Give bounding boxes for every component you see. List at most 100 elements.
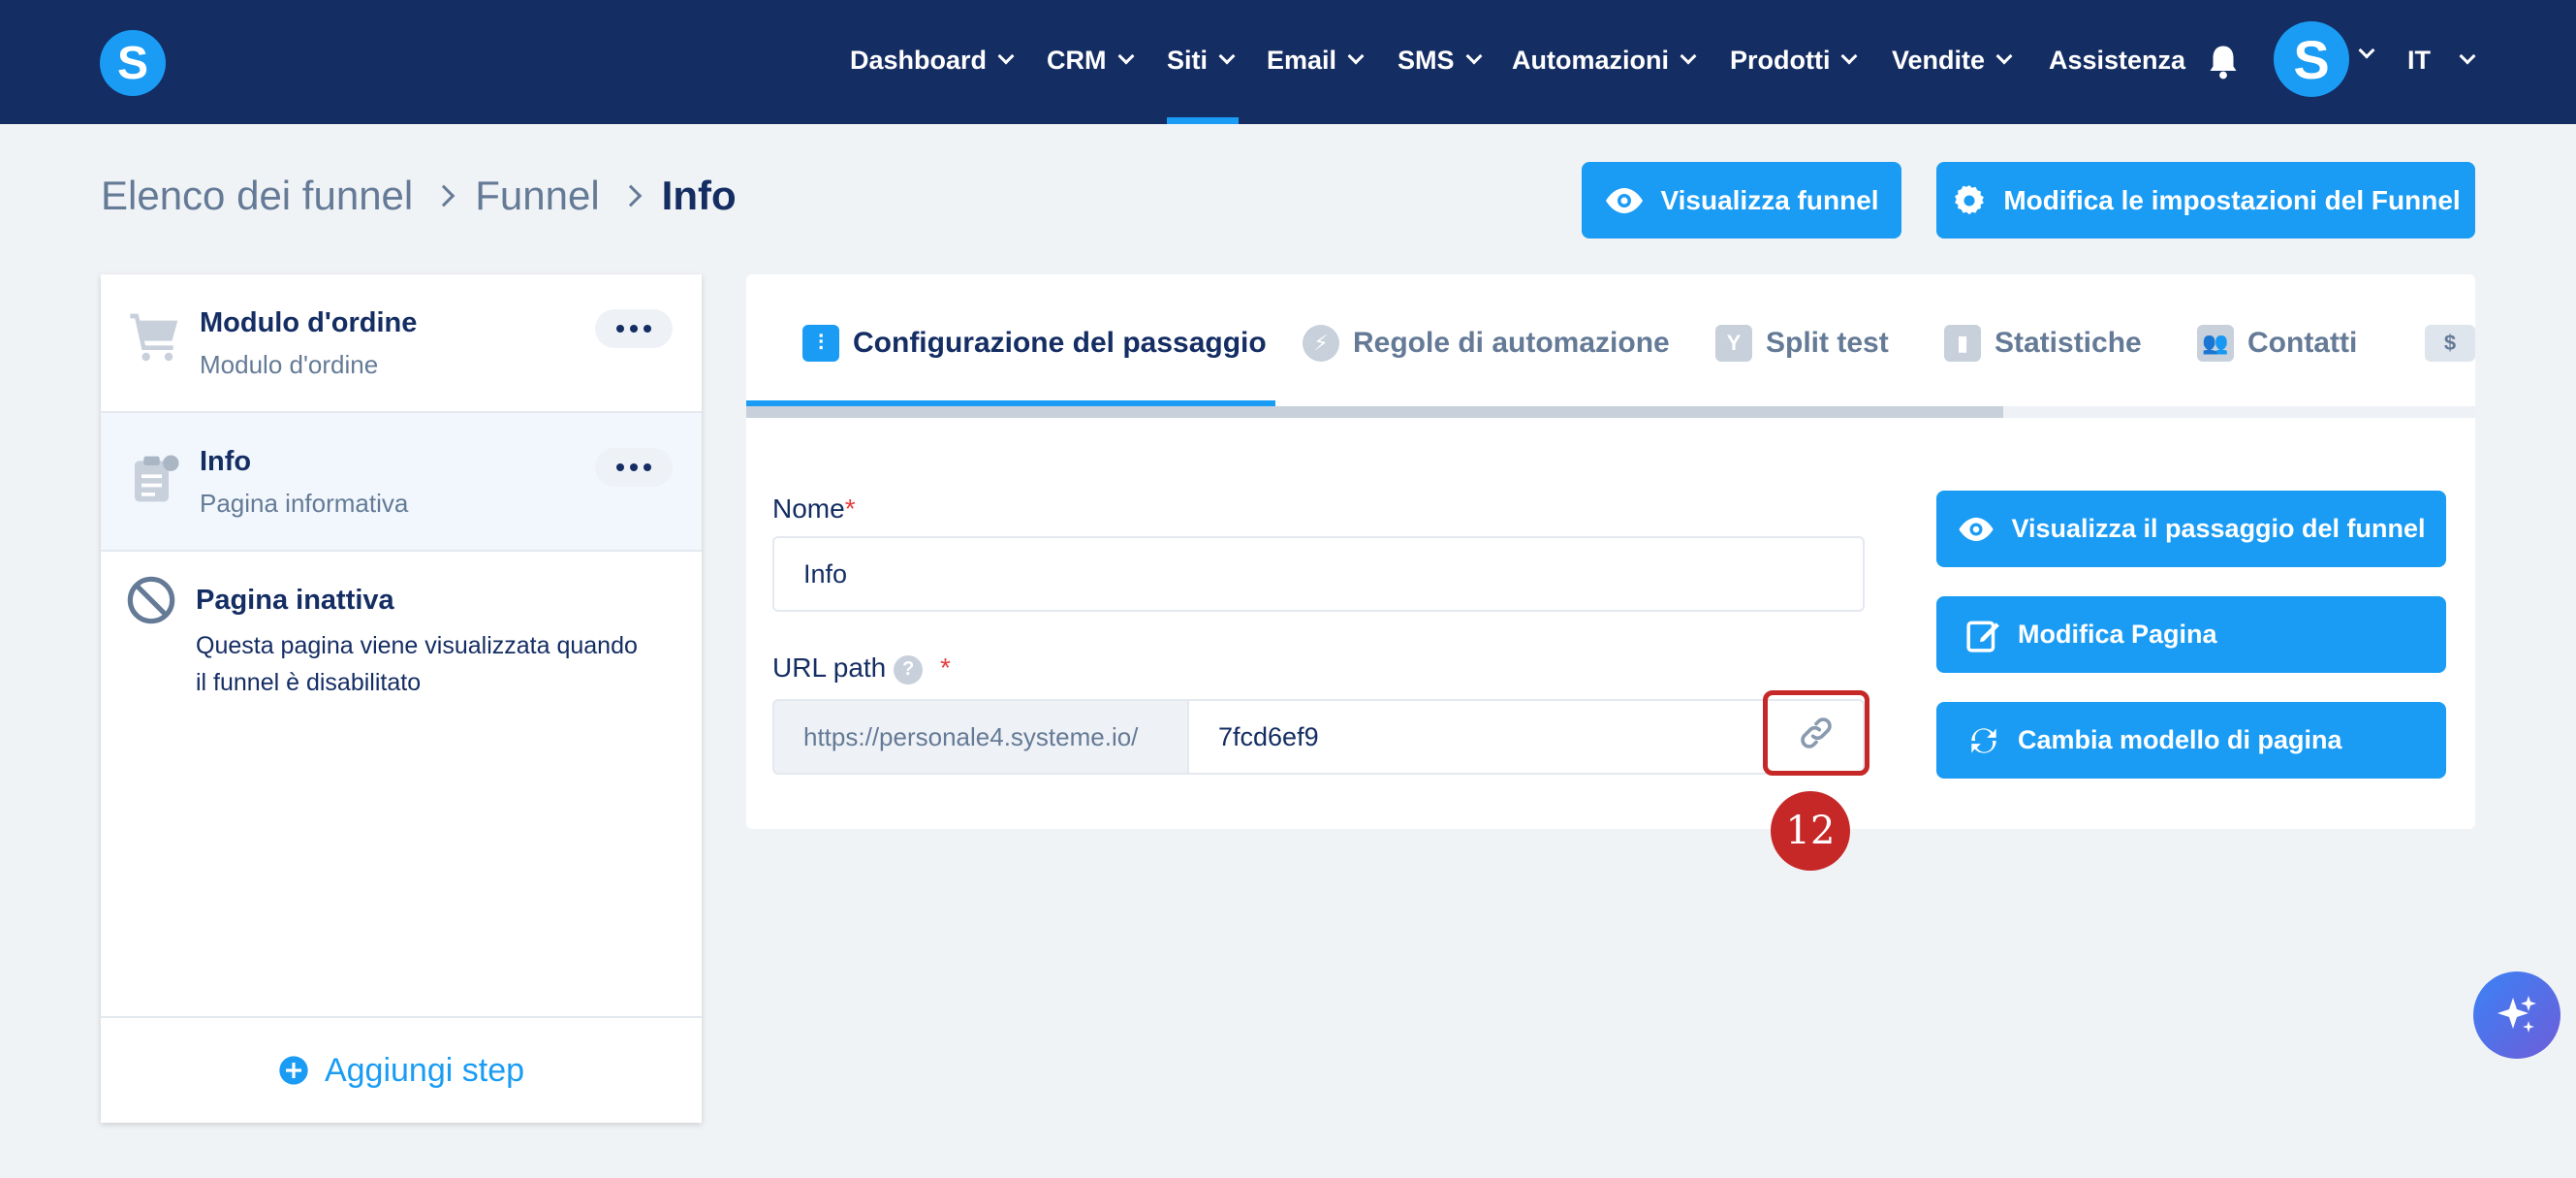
step-description: Questa pagina viene visualizzata quando … [196,632,638,696]
chevron-right-icon [432,184,456,207]
nav-item-sms[interactable]: SMS [1398,39,1483,81]
button-label: Modifica le impostazioni del Funnel [2003,184,2461,215]
name-label-text: Nome [772,493,845,524]
ai-assistant-button[interactable] [2473,971,2560,1059]
avatar[interactable]: S [2274,21,2349,97]
tab-contacts[interactable]: 👥 Contatti [2197,325,2357,362]
nav-label: Automazioni [1512,45,1669,75]
nav-label: Vendite [1892,45,1986,75]
change-template-button[interactable]: Cambia modello di pagina [1936,702,2446,779]
button-label: Visualizza il passaggio del funnel [2011,514,2426,543]
button-label: Modifica Pagina [2018,620,2217,649]
nav-label: Email [1267,45,1337,75]
edit-page-button[interactable]: Modifica Pagina [1936,596,2446,673]
nav-item-dashboard[interactable]: Dashboard [850,39,1015,81]
breadcrumb-funnel-list[interactable]: Elenco dei funnel [101,173,413,219]
gear-icon [1955,184,1985,214]
breadcrumb-funnel[interactable]: Funnel [475,173,599,219]
top-navbar: S Dashboard CRM Siti Email SMS Automazio… [0,0,2576,124]
nav-label: Siti [1167,45,1209,75]
nav-label: Assistenza [2049,45,2186,75]
bell-icon[interactable] [2206,43,2241,81]
step-item-inactive-page[interactable]: Pagina inattiva Questa pagina viene visu… [101,552,702,697]
url-prefix: https://personale4.systeme.io/ [772,699,1189,775]
copy-url-button[interactable] [1763,690,1869,776]
add-step-button[interactable]: Aggiungi step [101,1016,702,1123]
dollar-icon: $ [2425,325,2475,362]
view-step-button[interactable]: Visualizza il passaggio del funnel [1936,491,2446,567]
step-options-button[interactable] [595,309,673,348]
funnel-steps-sidebar: Modulo d'ordine Modulo d'ordine Info Pag… [101,274,702,1123]
name-input-value: Info [803,558,848,589]
ban-icon [127,576,175,624]
chevron-down-icon [1347,48,1365,65]
nav-label: Prodotti [1730,45,1831,75]
nav-item-crm[interactable]: CRM [1047,39,1134,81]
view-funnel-button[interactable]: Visualizza funnel [1582,162,1901,239]
tab-bar: ⫶ Configurazione del passaggio ⚡ Regole … [746,274,2475,418]
chevron-down-icon [1218,48,1236,65]
step-title: Pagina inattiva [196,585,394,616]
chevron-down-icon [1465,48,1483,65]
nav-label: Dashboard [850,45,988,75]
step-title: Info [200,446,252,477]
cart-icon [130,313,178,362]
tab-label: Configurazione del passaggio [853,327,1267,359]
nav-label: SMS [1398,45,1455,75]
eye-icon [1959,517,1995,541]
step-subtitle: Modulo d'ordine [200,350,379,379]
step-title: Modulo d'ordine [200,307,418,338]
breadcrumb: Elenco dei funnel Funnel Info [101,173,737,219]
url-path-value: 7fcd6ef9 [1218,721,1319,751]
chevron-down-icon [1117,48,1134,65]
logo[interactable]: S [100,30,166,96]
nav-item-assistenza[interactable]: Assistenza [2049,39,2185,81]
plus-circle-icon [279,1056,308,1085]
nav-item-siti[interactable]: Siti [1167,39,1236,81]
url-path-label: URL path? * [772,653,951,685]
nav-label: CRM [1047,45,1107,75]
eye-icon [1606,187,1644,213]
name-label: Nome* [772,493,856,525]
tab-label: Regole di automazione [1353,327,1670,359]
tab-scrollbar[interactable] [746,406,2003,418]
chevron-down-icon [1995,48,2013,65]
nav-item-email[interactable]: Email [1267,39,1365,81]
step-item-order-form[interactable]: Modulo d'ordine Modulo d'ordine [101,274,702,413]
required-mark: * [844,493,856,524]
url-prefix-text: https://personale4.systeme.io/ [803,721,1139,751]
nav-item-prodotti[interactable]: Prodotti [1730,39,1858,81]
bolt-icon: ⚡ [1303,325,1339,362]
chevron-right-icon [619,184,642,207]
chevron-down-icon [1680,48,1697,65]
edit-icon [1966,621,1999,653]
add-step-label: Aggiungi step [324,1051,525,1089]
edit-funnel-settings-button[interactable]: Modifica le impostazioni del Funnel [1936,162,2475,239]
tab-split-test[interactable]: Y Split test [1715,325,1889,362]
language-selector[interactable]: IT [2407,39,2476,81]
step-item-info[interactable]: Info Pagina informativa [101,413,702,552]
refresh-icon [1971,727,1996,753]
required-mark: * [940,653,951,683]
step-subtitle: Pagina informativa [200,489,409,518]
annotation-badge: 12 [1771,791,1850,871]
tab-automation-rules[interactable]: ⚡ Regole di automazione [1303,325,1670,362]
tab-label: Split test [1766,327,1889,359]
help-icon[interactable]: ? [894,654,924,685]
clipboard-info-icon [135,455,179,502]
chevron-down-icon [1840,48,1858,65]
tab-sales[interactable]: $ [2425,325,2475,362]
nav-item-vendite[interactable]: Vendite [1892,39,2013,81]
nav-active-indicator [1167,117,1239,124]
sliders-icon: ⫶ [802,325,839,362]
users-icon: 👥 [2197,325,2234,362]
tab-label: Statistiche [1995,327,2142,359]
chevron-down-icon[interactable] [2358,42,2375,59]
tab-label: Contatti [2247,327,2358,359]
nav-item-automazioni[interactable]: Automazioni [1512,39,1697,81]
chevron-down-icon [2459,48,2476,65]
tab-step-configuration[interactable]: ⫶ Configurazione del passaggio [802,325,1267,362]
step-options-button[interactable] [595,448,673,487]
name-input[interactable]: Info [772,536,1865,612]
tab-statistics[interactable]: ▮ Statistiche [1944,325,2142,362]
